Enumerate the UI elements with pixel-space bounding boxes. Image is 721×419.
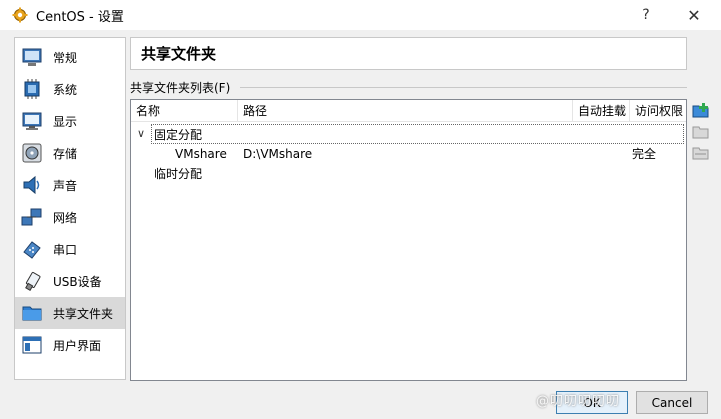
sidebar-item-display[interactable]: 显示	[15, 105, 125, 137]
shared-folders-table[interactable]: 名称 路径 自动挂载 访问权限 ∨ 固定分配 VMshare D:\VMshar…	[130, 99, 687, 381]
folder-name-cell: VMshare	[175, 147, 227, 161]
system-chip-icon	[24, 79, 40, 99]
sidebar-item-shared-folders[interactable]: 共享文件夹	[15, 297, 125, 329]
column-header-name[interactable]: 名称	[131, 100, 238, 122]
watermark: @叨叨叨叨叨	[536, 394, 621, 409]
sidebar-item-storage[interactable]: 存储	[15, 137, 125, 169]
column-header-path[interactable]: 路径	[238, 100, 573, 122]
table-row[interactable]: VMshare D:\VMshare 完全	[131, 144, 686, 164]
audio-speaker-icon	[23, 175, 40, 195]
usb-icon	[25, 271, 41, 291]
gear-icon	[12, 7, 28, 23]
folder-access-cell: 完全	[632, 147, 657, 161]
dialog-content: 常规 系统 显示 存储 声音 网络 串口 USB设备 共享文件夹 用户界面 共享…	[8, 30, 721, 419]
close-button[interactable]: ✕	[671, 0, 717, 30]
sidebar-item-label: 网络	[53, 210, 78, 225]
add-shared-folder-icon[interactable]	[692, 102, 710, 120]
sidebar-item-label: 共享文件夹	[53, 306, 114, 321]
sidebar-item-audio[interactable]: 声音	[15, 169, 125, 201]
user-interface-icon	[22, 336, 42, 354]
page-title: 共享文件夹	[130, 37, 687, 70]
shared-folders-list-label: 共享文件夹列表(F)	[130, 81, 231, 95]
sidebar-item-system[interactable]: 系统	[15, 73, 125, 105]
window-title: CentOS - 设置	[36, 9, 124, 25]
sidebar-item-serial[interactable]: 串口	[15, 233, 125, 265]
settings-sidebar: 常规 系统 显示 存储 声音 网络 串口 USB设备 共享文件夹 用户界面	[14, 37, 126, 380]
group-focus-box: 固定分配	[151, 124, 684, 144]
chevron-down-icon[interactable]: ∨	[137, 124, 145, 144]
shared-folder-icon	[22, 306, 42, 321]
folder-path-cell: D:\VMshare	[243, 147, 313, 161]
title-bar: CentOS - 设置 ? ✕	[0, 0, 721, 30]
sidebar-item-label: 系统	[53, 82, 78, 97]
table-group-row[interactable]: ∨ 固定分配	[131, 124, 686, 144]
sidebar-item-label: 用户界面	[53, 338, 102, 353]
sidebar-item-usb[interactable]: USB设备	[15, 265, 125, 297]
network-icon	[21, 208, 42, 226]
storage-disk-icon	[22, 143, 42, 163]
cancel-button[interactable]: Cancel	[636, 391, 708, 414]
sidebar-item-general[interactable]: 常规	[15, 41, 125, 73]
table-header: 名称 路径 自动挂载 访问权限	[131, 100, 686, 122]
column-header-access[interactable]: 访问权限	[630, 100, 686, 122]
sidebar-item-network[interactable]: 网络	[15, 201, 125, 233]
section-divider	[240, 87, 687, 88]
edit-shared-folder-icon[interactable]	[692, 123, 710, 141]
remove-shared-folder-icon[interactable]	[692, 144, 710, 162]
sidebar-item-label: 存储	[53, 146, 78, 161]
general-icon	[22, 48, 42, 66]
sidebar-item-label: 声音	[53, 178, 78, 193]
settings-window: CentOS - 设置 ? ✕ 常规 系统 显示 存储 声音 网络 串口 USB…	[0, 0, 721, 419]
sidebar-item-label: USB设备	[53, 274, 102, 289]
sidebar-item-user-interface[interactable]: 用户界面	[15, 329, 125, 361]
group-label: 固定分配	[154, 128, 203, 142]
column-header-automount[interactable]: 自动挂载	[573, 100, 630, 122]
help-button[interactable]: ?	[623, 0, 669, 30]
group-label: 临时分配	[154, 167, 203, 181]
sidebar-item-label: 常规	[53, 50, 78, 65]
sidebar-item-label: 串口	[53, 242, 78, 257]
sidebar-item-label: 显示	[53, 114, 78, 129]
display-monitor-icon	[22, 112, 42, 130]
serial-port-icon	[23, 241, 41, 259]
table-group-row[interactable]: 临时分配	[131, 164, 686, 184]
